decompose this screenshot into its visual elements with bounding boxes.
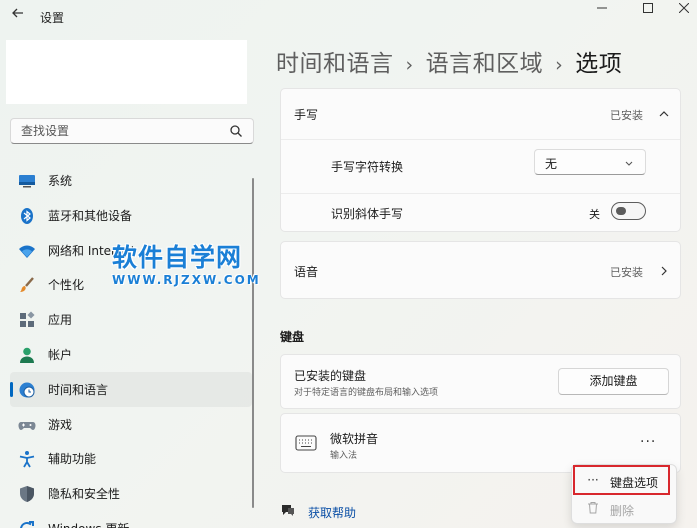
keyboard-section-heading: 键盘 xyxy=(280,330,305,344)
handwriting-italic-label: 识别斜体手写 xyxy=(331,207,404,221)
close-icon[interactable] xyxy=(671,0,697,18)
sidebar-item-label: 应用 xyxy=(48,313,73,328)
person-icon xyxy=(18,346,36,364)
sidebar-item-label: Windows 更新 xyxy=(48,520,129,528)
sidebar-item-time-language[interactable]: 时间和语言 xyxy=(10,371,252,407)
divider xyxy=(281,193,680,194)
breadcrumb-time-language[interactable]: 时间和语言 xyxy=(276,51,394,77)
search-input[interactable] xyxy=(21,123,221,139)
monitor-icon xyxy=(18,172,36,190)
shield-icon xyxy=(18,485,36,503)
sidebar-item-windows-update[interactable]: Windows 更新 xyxy=(10,511,252,528)
sidebar-item-label: 个性化 xyxy=(48,278,85,293)
keyboard-item-type: 输入法 xyxy=(330,451,358,461)
account-profile[interactable] xyxy=(6,40,247,104)
more-dots-icon[interactable]: ··· xyxy=(640,434,656,450)
chevron-right-icon xyxy=(658,265,670,277)
app-title: 设置 xyxy=(40,11,65,25)
breadcrumb-language-region[interactable]: 语言和区域 xyxy=(426,51,544,77)
apps-icon xyxy=(18,311,36,329)
globe-clock-icon xyxy=(18,381,36,399)
sidebar-item-accounts[interactable]: 帐户 xyxy=(10,337,252,372)
handwriting-header[interactable]: 手写 已安装 xyxy=(281,89,680,139)
update-icon xyxy=(18,520,36,528)
help-label: 获取帮助 xyxy=(308,506,357,520)
sidebar-item-label: 游戏 xyxy=(48,417,73,432)
menu-item-label: 删除 xyxy=(610,504,635,518)
installed-keyboards-desc: 对于特定语言的键盘布局和输入选项 xyxy=(294,388,439,398)
help-icon xyxy=(280,502,296,518)
handwriting-status: 已安装 xyxy=(610,109,643,122)
annotation-highlight-box xyxy=(573,465,670,495)
chevron-down-icon xyxy=(623,157,635,169)
watermark-sub: WWW.RJZXW.COM xyxy=(112,273,261,287)
sidebar-item-label: 蓝牙和其他设备 xyxy=(48,208,133,223)
sidebar-item-label: 辅助功能 xyxy=(48,452,97,467)
watermark-main: 软件自学网 xyxy=(112,243,243,272)
chevron-up-icon[interactable] xyxy=(658,108,670,120)
breadcrumb: 时间和语言 › 语言和区域 › 选项 xyxy=(276,44,622,78)
trash-icon xyxy=(586,501,600,515)
keyboard-icon xyxy=(295,435,317,451)
accessibility-icon xyxy=(18,450,36,468)
sidebar-item-system[interactable]: 系统 xyxy=(10,163,252,198)
arrow-left-icon[interactable] xyxy=(8,6,28,26)
toggle-knob xyxy=(616,207,626,215)
divider xyxy=(281,139,680,140)
title-bar: 设置 xyxy=(0,0,697,34)
search-box[interactable] xyxy=(10,118,254,144)
handwriting-convert-label: 手写字符转换 xyxy=(331,160,404,174)
dropdown-value: 无 xyxy=(545,157,558,171)
maximize-icon[interactable] xyxy=(625,0,671,18)
sidebar-nav: 系统 蓝牙和其他设备 网络和 Internet 个性化 应用 帐户 时间和语言 … xyxy=(10,163,252,528)
sidebar-item-bluetooth[interactable]: 蓝牙和其他设备 xyxy=(10,198,252,233)
page-title: 选项 xyxy=(575,51,623,77)
add-keyboard-button[interactable]: 添加键盘 xyxy=(558,368,669,395)
minimize-icon[interactable] xyxy=(579,0,625,18)
speech-status: 已安装 xyxy=(610,266,643,279)
speech-card[interactable]: 语音 已安装 xyxy=(280,241,681,299)
sidebar-item-accessibility[interactable]: 辅助功能 xyxy=(10,441,252,476)
italic-handwriting-toggle[interactable] xyxy=(611,202,646,220)
brush-icon xyxy=(18,276,36,294)
toggle-state-label: 关 xyxy=(589,208,600,221)
wifi-icon xyxy=(18,242,36,260)
sidebar-item-apps[interactable]: 应用 xyxy=(10,302,252,337)
sidebar-item-label: 时间和语言 xyxy=(48,382,109,397)
chevron-right-icon: › xyxy=(405,54,414,76)
handwriting-title: 手写 xyxy=(294,108,319,122)
bluetooth-icon xyxy=(18,207,36,225)
search-icon[interactable] xyxy=(229,124,243,138)
sidebar-item-privacy[interactable]: 隐私和安全性 xyxy=(10,476,252,511)
installed-keyboards-title: 已安装的键盘 xyxy=(294,369,367,383)
keyboard-item-name: 微软拼音 xyxy=(330,432,379,446)
sidebar-item-label: 隐私和安全性 xyxy=(48,487,121,502)
remove-menu-item[interactable]: 删除 xyxy=(576,496,672,522)
sidebar-item-label: 帐户 xyxy=(48,347,73,362)
sidebar-item-label: 系统 xyxy=(48,174,73,188)
sidebar-item-gaming[interactable]: 游戏 xyxy=(10,407,252,442)
watermark: 软件自学网 WWW.RJZXW.COM xyxy=(112,238,262,287)
sidebar-scrollbar[interactable] xyxy=(252,178,254,508)
chevron-right-icon: › xyxy=(555,54,564,76)
gamepad-icon xyxy=(18,416,36,434)
handwriting-convert-dropdown[interactable]: 无 xyxy=(534,149,646,175)
speech-title: 语音 xyxy=(294,265,319,279)
